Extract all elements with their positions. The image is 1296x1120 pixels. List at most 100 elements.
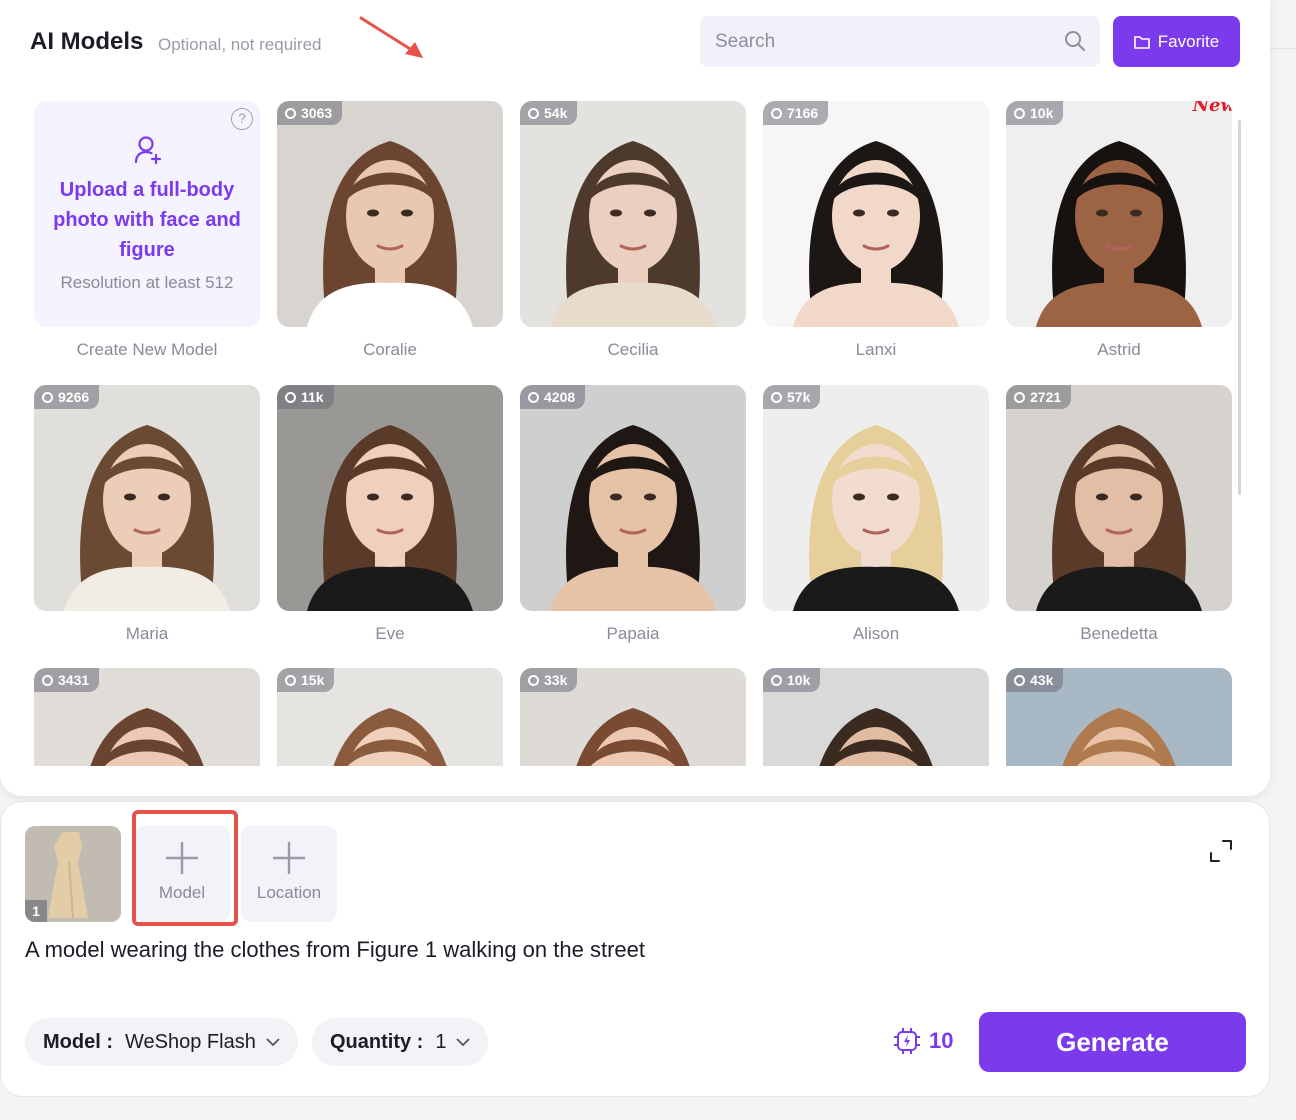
search-icon[interactable] <box>1064 30 1086 52</box>
model-photo[interactable]: 2721 <box>1006 385 1232 611</box>
search-input[interactable]: Search <box>700 16 1100 67</box>
help-icon[interactable]: ? <box>231 108 253 130</box>
usage-count: 33k <box>544 672 568 688</box>
add-location-label: Location <box>256 883 322 902</box>
usage-count-badge: 7166 <box>763 101 829 125</box>
model-name: Alison <box>852 624 900 643</box>
model-photo[interactable]: 10k <box>763 668 989 766</box>
usage-count-badge: 4208 <box>520 385 586 409</box>
model-name: Benedetta <box>1080 624 1158 643</box>
portrait-image <box>277 101 503 327</box>
portrait-image <box>1006 385 1232 611</box>
figure-1-thumbnail[interactable]: 1 <box>25 826 121 922</box>
model-card[interactable]: 11k Eve <box>277 385 503 644</box>
model-card[interactable]: 57k Alison <box>763 385 989 644</box>
chip-icon <box>894 1028 920 1054</box>
model-card[interactable]: 10k New Astrid <box>1006 101 1232 360</box>
usage-icon <box>1014 391 1025 403</box>
model-photo[interactable]: 10k New <box>1006 101 1232 327</box>
figure-number-badge: 1 <box>25 900 47 922</box>
quantity-select-label: Quantity : <box>330 1030 424 1053</box>
resolution-hint: Resolution at least 512 <box>60 273 234 292</box>
usage-count-badge: 10k <box>1006 101 1064 125</box>
model-select[interactable]: Model : WeShop Flash <box>25 1018 298 1066</box>
usage-count: 43k <box>1030 672 1054 688</box>
model-photo[interactable]: 9266 <box>34 385 260 611</box>
model-photo[interactable]: 7166 <box>763 101 989 327</box>
model-photo[interactable]: 57k <box>763 385 989 611</box>
model-photo[interactable]: 43k <box>1006 668 1232 766</box>
usage-count-badge: 3063 <box>277 101 343 125</box>
model-card[interactable]: 7166 Lanxi <box>763 101 989 360</box>
model-photo[interactable]: 3431 <box>34 668 260 766</box>
usage-count: 9266 <box>58 389 90 405</box>
favorite-button[interactable]: Favorite <box>1113 16 1240 67</box>
prompt-text[interactable]: A model wearing the clothes from Figure … <box>25 937 645 963</box>
model-card[interactable]: 4208 Papaia <box>520 385 746 644</box>
model-card[interactable]: 10k <box>763 668 989 766</box>
model-photo[interactable]: 4208 <box>520 385 746 611</box>
usage-count: 10k <box>787 672 811 688</box>
usage-count: 57k <box>787 389 811 405</box>
usage-count-badge: 57k <box>763 385 821 409</box>
model-card[interactable]: 3431 <box>34 668 260 766</box>
usage-icon <box>528 391 539 403</box>
usage-icon <box>42 674 53 686</box>
upload-instruction: Upload a full-body photo with face and f… <box>53 179 241 261</box>
model-card[interactable]: 2721 Benedetta <box>1006 385 1232 644</box>
model-photo[interactable]: 11k <box>277 385 503 611</box>
usage-icon <box>771 391 782 403</box>
model-card[interactable]: 15k <box>277 668 503 766</box>
usage-icon <box>285 391 296 403</box>
portrait-image <box>1006 101 1232 327</box>
usage-count-badge: 3431 <box>34 668 100 692</box>
usage-icon <box>1014 674 1025 686</box>
portrait-image <box>520 101 746 327</box>
portrait-image <box>277 385 503 611</box>
credits-cost: 10 <box>893 1027 953 1055</box>
model-card[interactable]: 33k <box>520 668 746 766</box>
favorite-label: Favorite <box>1157 31 1220 51</box>
plus-icon <box>166 842 198 874</box>
usage-icon <box>1014 107 1025 119</box>
usage-count: 3063 <box>301 105 333 121</box>
model-name: Astrid <box>1097 340 1141 359</box>
model-select-label: Model : <box>43 1030 113 1053</box>
portrait-image <box>763 101 989 327</box>
add-model-slot[interactable]: Model <box>134 826 230 922</box>
model-photo[interactable]: 15k <box>277 668 503 766</box>
usage-icon <box>42 391 53 403</box>
model-card[interactable]: 3063 Coralie <box>277 101 503 360</box>
model-name: Lanxi <box>855 340 897 359</box>
models-grid: ? Upload a full-body photo with face and… <box>34 101 1234 766</box>
create-new-model-card[interactable]: ? Upload a full-body photo with face and… <box>34 101 260 360</box>
model-card[interactable]: 43k <box>1006 668 1232 766</box>
panel-title: AI Models <box>30 28 144 55</box>
ai-models-panel: AI Models Optional, not required Search … <box>0 0 1270 796</box>
usage-icon <box>528 107 539 119</box>
usage-count: 54k <box>544 105 568 121</box>
usage-count-badge: 33k <box>520 668 578 692</box>
model-card[interactable]: 9266 Maria <box>34 385 260 644</box>
usage-count: 7166 <box>787 105 819 121</box>
usage-icon <box>771 107 782 119</box>
model-photo[interactable]: 54k <box>520 101 746 327</box>
grid-scrollbar[interactable] <box>1238 120 1241 495</box>
portrait-image <box>34 385 260 611</box>
usage-count: 10k <box>1030 105 1054 121</box>
add-location-slot[interactable]: Location <box>241 826 337 922</box>
expand-icon[interactable] <box>1208 838 1234 864</box>
chevron-down-icon <box>456 1037 471 1046</box>
chevron-down-icon <box>266 1037 280 1046</box>
usage-count-badge: 10k <box>763 668 821 692</box>
model-photo[interactable]: 33k <box>520 668 746 766</box>
model-photo[interactable]: 3063 <box>277 101 503 327</box>
quantity-select[interactable]: Quantity : 1 <box>312 1018 489 1066</box>
usage-count: 15k <box>301 672 325 688</box>
usage-icon <box>528 674 539 686</box>
model-card[interactable]: 54k Cecilia <box>520 101 746 360</box>
upload-dropzone[interactable]: ? Upload a full-body photo with face and… <box>34 101 260 327</box>
usage-count: 3431 <box>58 672 90 688</box>
generate-button[interactable]: Generate <box>979 1012 1246 1072</box>
model-name: Papaia <box>606 624 660 643</box>
